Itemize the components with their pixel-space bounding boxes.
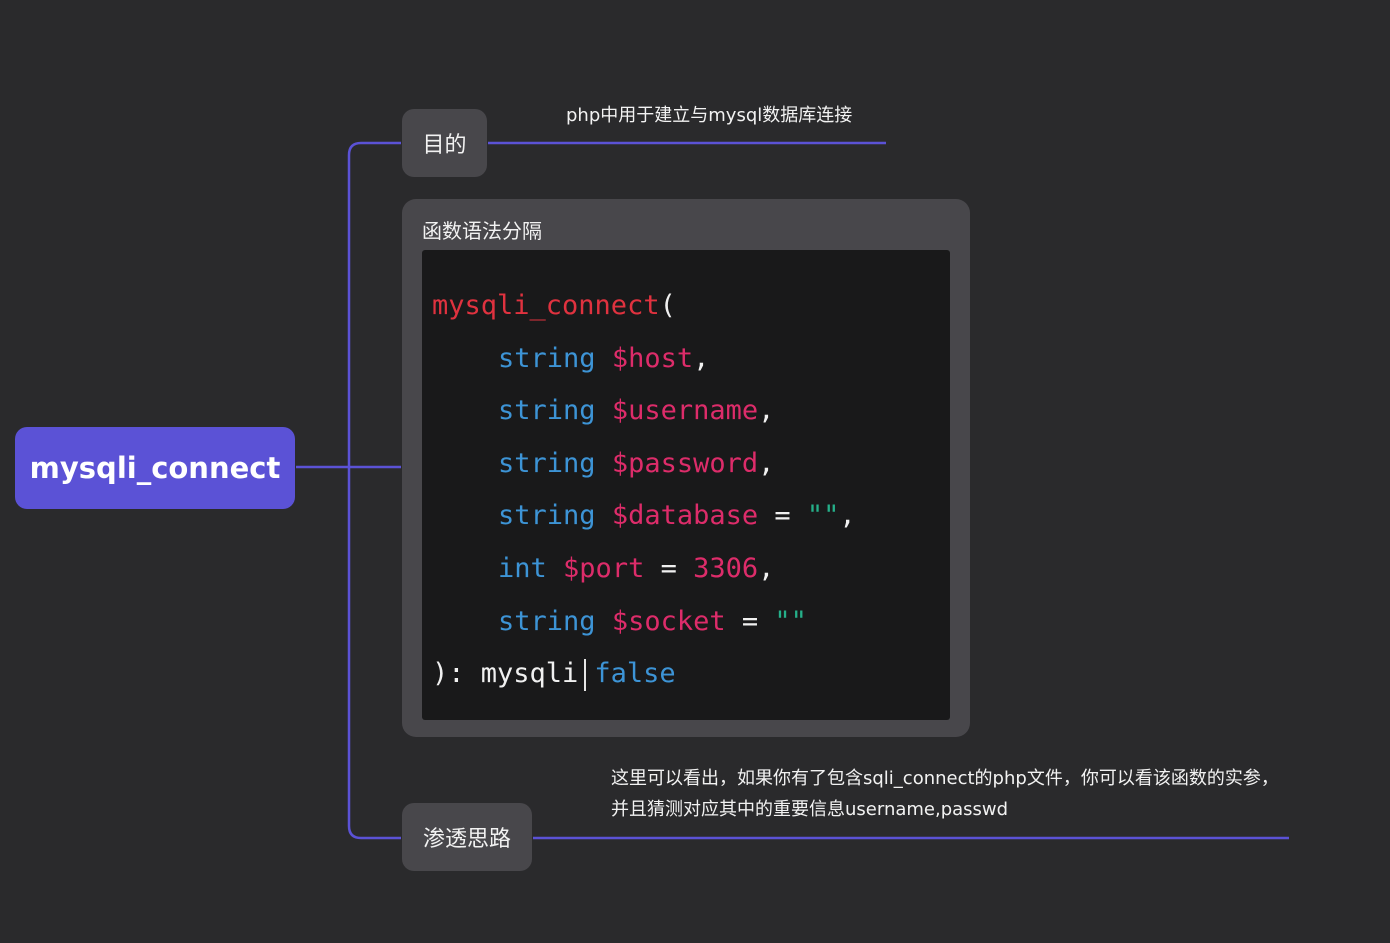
param-type: string	[498, 500, 596, 532]
param-equals: =	[644, 552, 694, 584]
topic-purpose[interactable]: 目的	[402, 109, 487, 177]
param-name: $host	[611, 342, 694, 374]
code-line-param: string $database = "",	[432, 490, 950, 543]
param-type: string	[498, 342, 596, 374]
code-function-name: mysqli_connect	[432, 290, 660, 321]
union-pipe	[584, 658, 587, 691]
param-type: string	[498, 605, 596, 637]
code-line-param: string $socket = ""	[432, 596, 950, 649]
code-block: mysqli_connect( string $host, string $us…	[422, 250, 950, 720]
code-line-param: string $username,	[432, 385, 950, 438]
central-topic[interactable]: mysqli_connect	[15, 427, 295, 509]
branch-trunk	[347, 141, 401, 840]
topic-syntax[interactable]: 函数语法分隔 mysqli_connect( string $host, str…	[402, 199, 970, 737]
param-separator: ,	[758, 447, 775, 479]
param-name: $socket	[611, 605, 726, 637]
approach-note: 这里可以看出，如果你有了包含sqli_connect的php文件，你可以看该函数…	[611, 768, 1279, 820]
code-line-param: string $host,	[432, 333, 950, 386]
param-name: $database	[611, 500, 759, 532]
purpose-note: php中用于建立与mysql数据库连接	[566, 105, 853, 126]
param-equals: =	[725, 605, 775, 637]
code-open-paren: (	[659, 290, 676, 321]
return-prefix: ): mysqli	[432, 658, 579, 690]
return-alt-type: false	[594, 658, 676, 690]
code-line-param: int $port = 3306,	[432, 543, 950, 596]
param-name: $password	[611, 447, 759, 479]
param-default: 3306	[693, 552, 759, 584]
param-equals: =	[758, 500, 807, 532]
param-separator: ,	[758, 552, 775, 584]
param-name: $port	[563, 552, 645, 584]
param-type: string	[498, 395, 596, 427]
param-default: ""	[774, 605, 807, 637]
param-default: ""	[806, 500, 840, 532]
param-separator: ,	[758, 395, 775, 427]
param-type: string	[498, 447, 596, 479]
param-type: int	[498, 552, 547, 584]
param-separator: ,	[693, 342, 710, 374]
code-line-param: string $password,	[432, 438, 950, 491]
param-separator: ,	[839, 500, 856, 532]
param-name: $username	[611, 395, 759, 427]
topic-approach[interactable]: 渗透思路	[402, 803, 532, 871]
syntax-title: 函数语法分隔	[422, 219, 542, 243]
code-line-signature: mysqli_connect(	[432, 280, 950, 333]
code-line-return: ): mysqli false	[432, 648, 950, 701]
